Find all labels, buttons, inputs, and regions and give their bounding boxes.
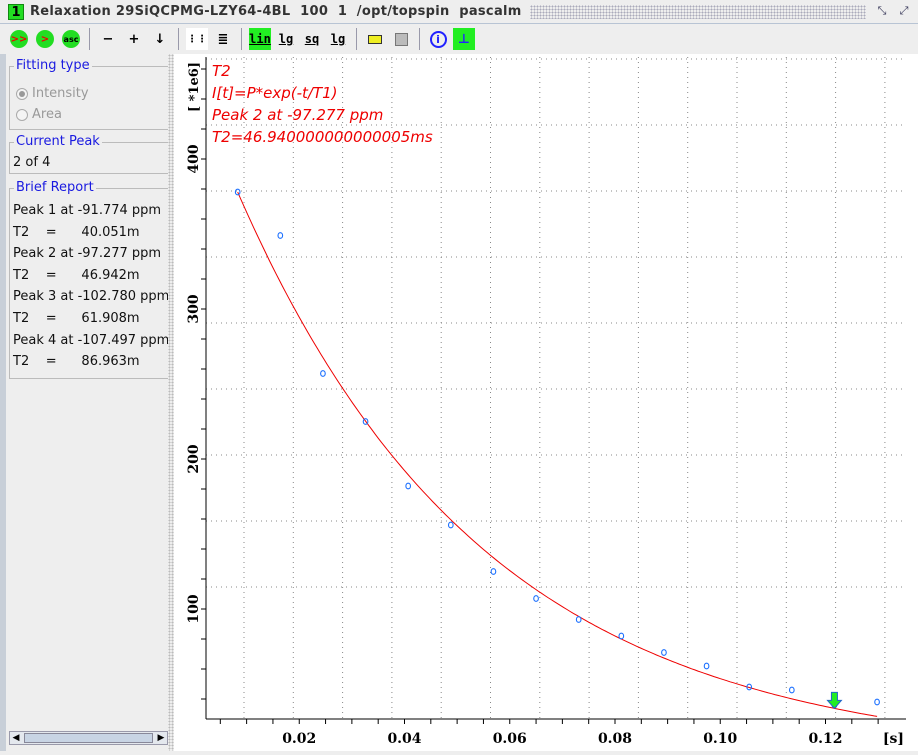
y-axis-label: [ *1e6] (187, 62, 202, 112)
window-title: Relaxation 29SiQCPMG-LZY64-4BL 100 1 /op… (30, 4, 522, 19)
title-grip[interactable] (529, 4, 866, 19)
window-number: 1 (8, 3, 24, 20)
fit-next-button[interactable]: > (34, 28, 56, 50)
radio-area[interactable]: Area (10, 104, 168, 125)
log-button[interactable]: lg (275, 28, 297, 50)
data-point (703, 662, 710, 670)
data-point (490, 568, 497, 575)
report-line: T2 = 46.942m (13, 267, 140, 283)
y-tick-label: 400 (186, 144, 202, 173)
data-point (788, 686, 795, 694)
separator (89, 28, 90, 50)
report-line: Peak 2 at -97.277 ppm (13, 246, 162, 262)
data-point (405, 482, 412, 490)
data-point (320, 370, 326, 377)
y-tick-label: 100 (186, 594, 202, 623)
data-point (277, 232, 284, 239)
report-line: Peak 1 at -91.774 ppm (13, 203, 162, 218)
data-point (618, 632, 625, 640)
data-point (575, 616, 582, 623)
minus-button[interactable]: − (97, 28, 119, 50)
report-line: T2 = 61.908m (13, 310, 140, 326)
x-tick-label: 0.10 (703, 731, 737, 747)
fitting-type-group: Fitting type Intensity Area (9, 58, 168, 130)
list-icon[interactable]: ≣ (212, 28, 234, 50)
maximize-icon[interactable]: ⤢ (896, 4, 912, 20)
annotation-text: I[t]=P*exp(-t/T1) (212, 84, 338, 102)
radio-label: Intensity (32, 86, 89, 101)
restore-icon[interactable]: ⤡ (874, 4, 890, 20)
data-point (234, 188, 241, 196)
toolbar: >> > asc − + ↓ ⋮⋮ ≣ lin lg sq lg i ⊥ (0, 26, 918, 52)
report-line: Peak 3 at -102.780 ppm (13, 289, 168, 305)
peak-marker-arrow-icon (826, 691, 843, 710)
annotation-text: Peak 2 at -97.277 ppm (212, 106, 383, 124)
scroll-left-icon[interactable]: ◀ (10, 733, 22, 743)
left-panel: Fitting type Intensity Area Current Peak… (0, 54, 168, 751)
y-tick-label: 300 (186, 294, 202, 323)
radio-intensity[interactable]: Intensity (10, 83, 168, 104)
folder-icon[interactable] (364, 28, 386, 50)
separator (241, 28, 242, 50)
radio-icon (16, 108, 28, 121)
horizontal-scrollbar[interactable]: ◀ ▶ (9, 731, 168, 745)
x-axis-label: [s] (883, 731, 904, 747)
relaxation-chart[interactable]: 0.02 0.04 0.06 0.08 0.10 0.12 100 200 300 400 [ *1… (174, 54, 918, 751)
x-tick-label: 0.08 (598, 731, 632, 747)
current-peak-group: Current Peak 2 of 4 (9, 134, 168, 174)
x-tick-label: 0.02 (282, 731, 316, 747)
data-point (661, 649, 667, 656)
x-tick-label: 0.04 (387, 731, 421, 747)
annotation-text: T2=46.940000000000005ms (212, 128, 433, 146)
ascii-button[interactable]: asc (60, 28, 82, 50)
fit-curve (237, 191, 878, 717)
plot-area[interactable]: 0.02 0.04 0.06 0.08 0.10 0.12 100 200 300 400 [ *1… (174, 54, 918, 751)
report-line: Peak 4 at -107.497 ppm (13, 332, 168, 348)
separator (419, 28, 420, 50)
report-line: T2 = 86.963m (13, 354, 140, 370)
separator (178, 28, 179, 50)
fit-all-button[interactable]: >> (8, 28, 30, 50)
brief-report-title: Brief Report (14, 180, 96, 195)
scroll-thumb[interactable] (24, 733, 153, 743)
sq-button[interactable]: sq (301, 28, 323, 50)
current-peak-title: Current Peak (14, 134, 102, 149)
peak-icon[interactable]: ⊥ (453, 28, 475, 50)
data-point (447, 521, 454, 529)
brief-report-group: Brief Report Peak 1 at -91.774 ppm T2 = … (9, 180, 168, 379)
radio-icon (16, 87, 28, 100)
x-tick-label: 0.06 (493, 731, 527, 747)
down-button[interactable]: ↓ (149, 28, 171, 50)
y-tick-label: 200 (186, 444, 202, 473)
fitting-type-title: Fitting type (14, 58, 92, 73)
title-bar: 1 Relaxation 29SiQCPMG-LZY64-4BL 100 1 /… (0, 0, 918, 24)
plus-button[interactable]: + (123, 28, 145, 50)
radio-label: Area (32, 107, 62, 122)
info-icon[interactable]: i (427, 28, 449, 50)
separator (356, 28, 357, 50)
save-icon[interactable] (390, 28, 412, 50)
log-x-button[interactable]: lg (327, 28, 349, 50)
dotted-list-icon[interactable]: ⋮⋮ (186, 28, 208, 50)
lin-button[interactable]: lin (249, 28, 271, 50)
report-line: T2 = 40.051m (13, 224, 140, 240)
scroll-right-icon[interactable]: ▶ (155, 733, 167, 743)
data-point (533, 595, 539, 602)
x-tick-label: 0.12 (808, 731, 842, 747)
data-point (874, 698, 880, 706)
annotation-text: T2 (212, 62, 231, 80)
